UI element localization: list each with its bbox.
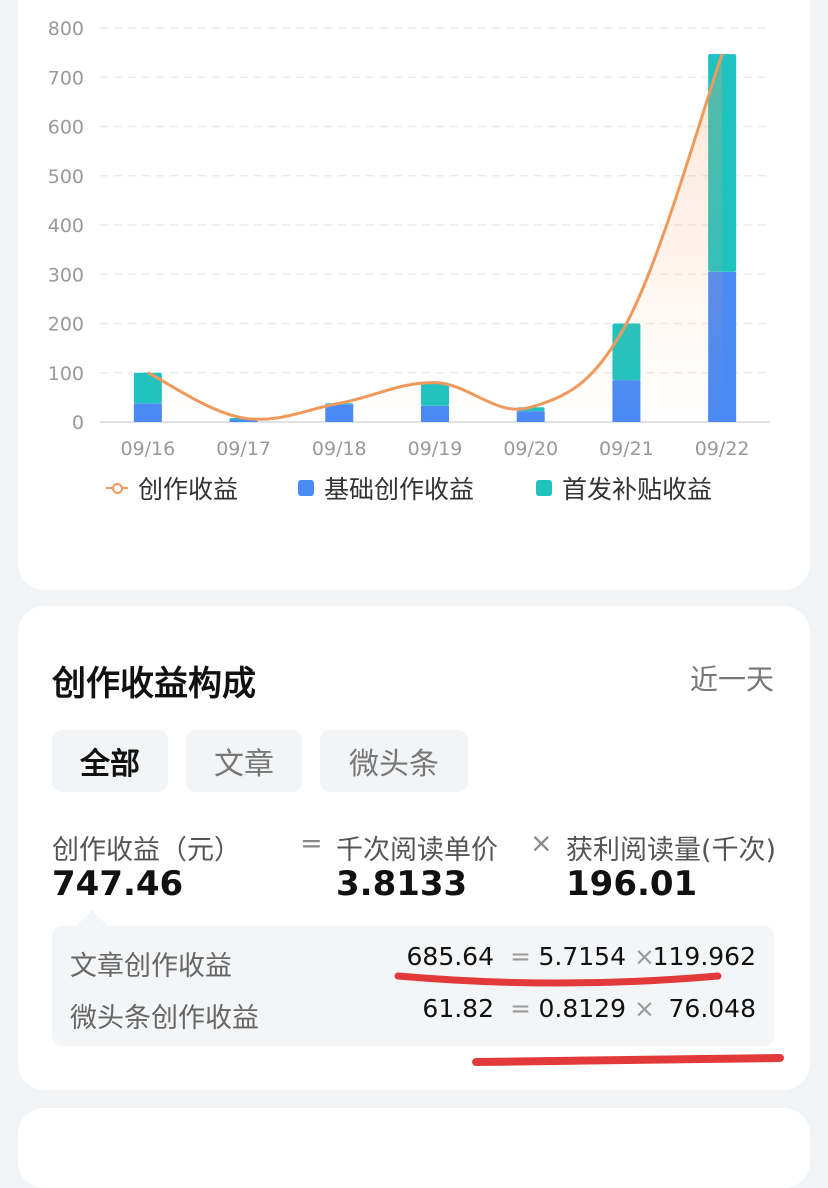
x-tick-label: 09/16 (120, 438, 175, 460)
section-title: 创作收益构成 (52, 664, 256, 704)
line-area-fill (147, 54, 723, 422)
legend-label: 创作收益 (138, 475, 239, 504)
income-label: 创作收益（元） (52, 835, 241, 866)
income-value: 747.46 (52, 864, 184, 904)
tab-articles[interactable]: 文章 (186, 730, 302, 792)
y-tick-label: 400 (48, 215, 84, 237)
x-tick-label: 09/19 (408, 438, 463, 460)
reads-label: 获利阅读量(千次) (566, 835, 777, 866)
y-tick-label: 100 (48, 363, 84, 385)
times-sign: × (530, 828, 553, 859)
legend-label: 基础创作收益 (324, 475, 475, 504)
x-tick-label: 09/21 (599, 438, 654, 460)
price-value: 3.8133 (336, 864, 468, 904)
equals-sign: = (300, 828, 323, 859)
income-composition-card: 创作收益构成 近一天 全部 文章 微头条 创作收益（元） = 千次阅读单价 × … (18, 606, 810, 1090)
row-label: 文章创作收益 (70, 951, 232, 982)
legend-label: 首发补贴收益 (562, 475, 713, 504)
red-underline-annotation (394, 972, 784, 1066)
legend-item-first-publish-subsidy[interactable]: 首发补贴收益 (536, 470, 712, 506)
y-tick-label: 500 (48, 166, 84, 188)
price-label: 千次阅读单价 (336, 835, 498, 866)
earnings-chart-card: 0 100 200 300 400 500 600 700 800 09/16 09/17 09/18… (18, 0, 810, 590)
legend-item-base-income[interactable]: 基础创作收益 (298, 470, 474, 506)
y-tick-label: 800 (48, 18, 84, 40)
square-marker-icon (536, 480, 552, 496)
tab-micro-posts[interactable]: 微头条 (320, 730, 468, 792)
tab-all[interactable]: 全部 (52, 730, 168, 792)
x-tick-label: 09/17 (216, 438, 271, 460)
y-tick-label: 300 (48, 264, 84, 286)
chart-legend: 创作收益 基础创作收益 首发补贴收益 (18, 470, 810, 510)
date-range-selector[interactable]: 近一天 (690, 658, 774, 698)
x-tick-label: 09/22 (695, 438, 750, 460)
x-tick-label: 09/20 (503, 438, 558, 460)
legend-item-creation-income[interactable]: 创作收益 (106, 470, 238, 506)
reads-value: 196.01 (566, 864, 698, 904)
x-tick-label: 09/18 (312, 438, 367, 460)
y-tick-label: 0 (72, 412, 84, 434)
row-label: 微头条创作收益 (70, 1003, 259, 1034)
earnings-chart: 0 100 200 300 400 500 600 700 800 09/16 09/17 09/18… (48, 18, 770, 460)
next-card (18, 1108, 810, 1188)
square-marker-icon (298, 480, 314, 496)
line-marker-icon (106, 481, 128, 495)
bubble-pointer (76, 910, 108, 926)
y-tick-label: 700 (48, 67, 84, 89)
y-tick-label: 600 (48, 117, 84, 139)
y-tick-label: 200 (48, 314, 84, 336)
